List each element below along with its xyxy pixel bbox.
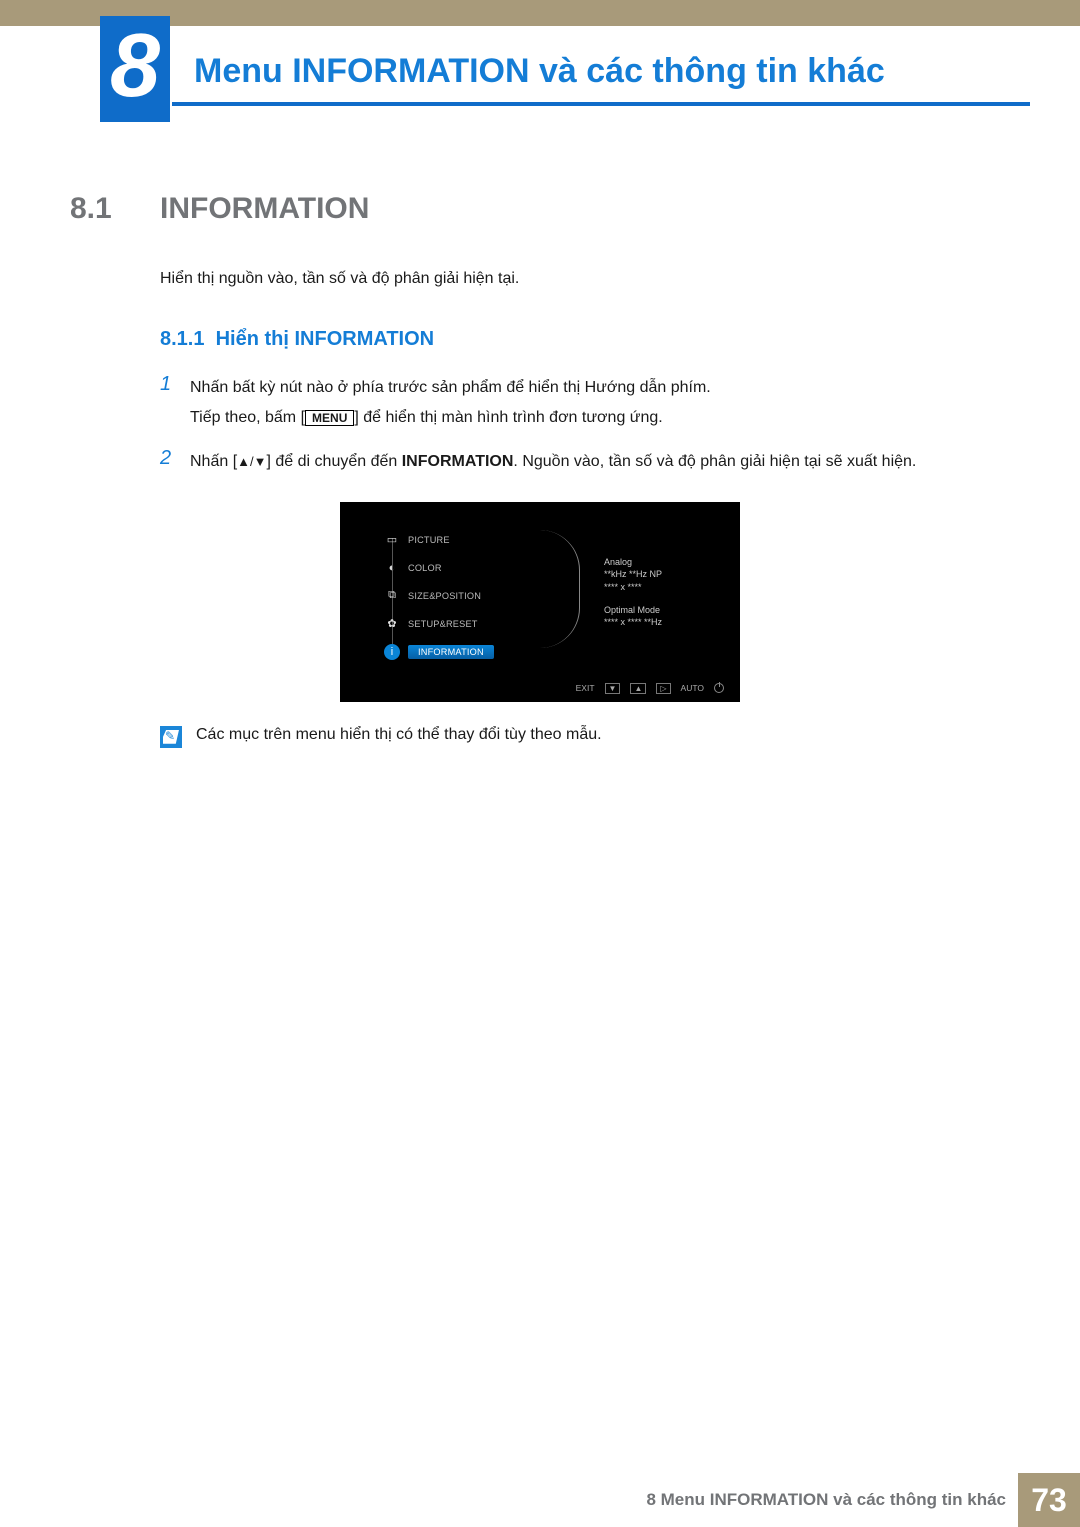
subsection-heading: 8.1.1 Hiển thị INFORMATION xyxy=(160,328,1010,351)
chapter-number-box: 8 xyxy=(100,16,170,122)
chapter-header: 8 Menu INFORMATION và các thông tin khác xyxy=(0,26,1080,132)
power-icon xyxy=(714,683,724,693)
step-text: Nhấn [▲/▼] để di chuyển đến INFORMATION.… xyxy=(190,447,916,477)
picture-icon: ▭ xyxy=(384,532,400,548)
osd-label: COLOR xyxy=(408,563,442,573)
osd-label: INFORMATION xyxy=(408,645,494,659)
size-icon: ⧉ xyxy=(384,588,400,604)
step-1-line-b-pre: Tiếp theo, bấm [ xyxy=(190,409,305,426)
section-title: INFORMATION xyxy=(160,192,369,226)
step-1: 1 Nhấn bất kỳ nút nào ở phía trước sản p… xyxy=(160,373,1010,434)
step-1-line-a: Nhấn bất kỳ nút nào ở phía trước sản phẩ… xyxy=(190,379,711,396)
step-2-mid: ] để di chuyển đến xyxy=(267,453,402,470)
page-footer: 8 Menu INFORMATION và các thông tin khác… xyxy=(646,1473,1080,1527)
step-number: 2 xyxy=(160,447,190,477)
step-2-pre: Nhấn [ xyxy=(190,453,237,470)
osd-item-picture: ▭ PICTURE xyxy=(384,526,544,554)
info-icon: i xyxy=(384,644,400,660)
arrow-up-icon: ▲ xyxy=(237,454,250,469)
osd-auto-label: AUTO xyxy=(681,683,704,693)
subsection-number: 8.1.1 xyxy=(160,328,204,350)
osd-info-line: **kHz **Hz NP xyxy=(604,568,662,581)
chapter-underline xyxy=(172,102,1030,106)
menu-button-label: MENU xyxy=(305,410,354,426)
osd-screenshot: ▭ PICTURE ◐ COLOR ⧉ SIZE&POSITION ✿ SETU… xyxy=(340,502,740,702)
setup-icon: ✿ xyxy=(384,616,400,632)
footer-page-number: 73 xyxy=(1018,1473,1080,1527)
step-2-bold: INFORMATION xyxy=(402,453,514,470)
note-row: Các mục trên menu hiển thị có thể thay đ… xyxy=(160,726,1010,748)
chapter-title: Menu INFORMATION và các thông tin khác xyxy=(194,52,885,91)
note-icon xyxy=(160,726,182,748)
osd-info-line: Analog xyxy=(604,556,662,569)
osd-item-information: i INFORMATION xyxy=(384,638,544,666)
osd-info-panel: Analog **kHz **Hz NP **** x **** Optimal… xyxy=(604,556,662,629)
osd-item-color: ◐ COLOR xyxy=(384,554,544,582)
osd-info-line: Optimal Mode xyxy=(604,604,662,617)
osd-info-line: **** x **** **Hz xyxy=(604,616,662,629)
osd-curve-bracket xyxy=(540,530,580,648)
osd-up-icon: ▲ xyxy=(630,683,646,694)
osd-info-line: **** x **** xyxy=(604,581,662,594)
section-heading: 8.1 INFORMATION xyxy=(70,192,1010,226)
arrow-down-icon: ▼ xyxy=(254,454,267,469)
footer-chapter-label: 8 Menu INFORMATION và các thông tin khác xyxy=(646,1473,1018,1527)
note-text: Các mục trên menu hiển thị có thể thay đ… xyxy=(196,726,602,744)
osd-label: SIZE&POSITION xyxy=(408,591,481,601)
osd-footer-buttons: EXIT ▼ ▲ ▷ AUTO xyxy=(576,683,724,694)
osd-label: PICTURE xyxy=(408,535,450,545)
osd-item-size: ⧉ SIZE&POSITION xyxy=(384,582,544,610)
step-2-post: . Nguồn vào, tần số và độ phân giải hiện… xyxy=(513,453,916,470)
step-2: 2 Nhấn [▲/▼] để di chuyển đến INFORMATIO… xyxy=(160,447,1010,477)
step-text: Nhấn bất kỳ nút nào ở phía trước sản phẩ… xyxy=(190,373,711,434)
color-icon: ◐ xyxy=(384,560,400,576)
osd-label: SETUP&RESET xyxy=(408,619,478,629)
osd-item-setup: ✿ SETUP&RESET xyxy=(384,610,544,638)
section-intro: Hiển thị nguồn vào, tần số và độ phân gi… xyxy=(160,266,1010,292)
osd-exit-label: EXIT xyxy=(576,683,595,693)
osd-down-icon: ▼ xyxy=(605,683,621,694)
step-1-line-b-post: ] để hiển thị màn hình trình đơn tương ứ… xyxy=(354,409,662,426)
osd-menu-list: ▭ PICTURE ◐ COLOR ⧉ SIZE&POSITION ✿ SETU… xyxy=(384,526,544,666)
step-number: 1 xyxy=(160,373,190,434)
subsection-title: Hiển thị INFORMATION xyxy=(216,328,435,350)
section-number: 8.1 xyxy=(70,192,160,226)
osd-enter-icon: ▷ xyxy=(656,683,670,694)
